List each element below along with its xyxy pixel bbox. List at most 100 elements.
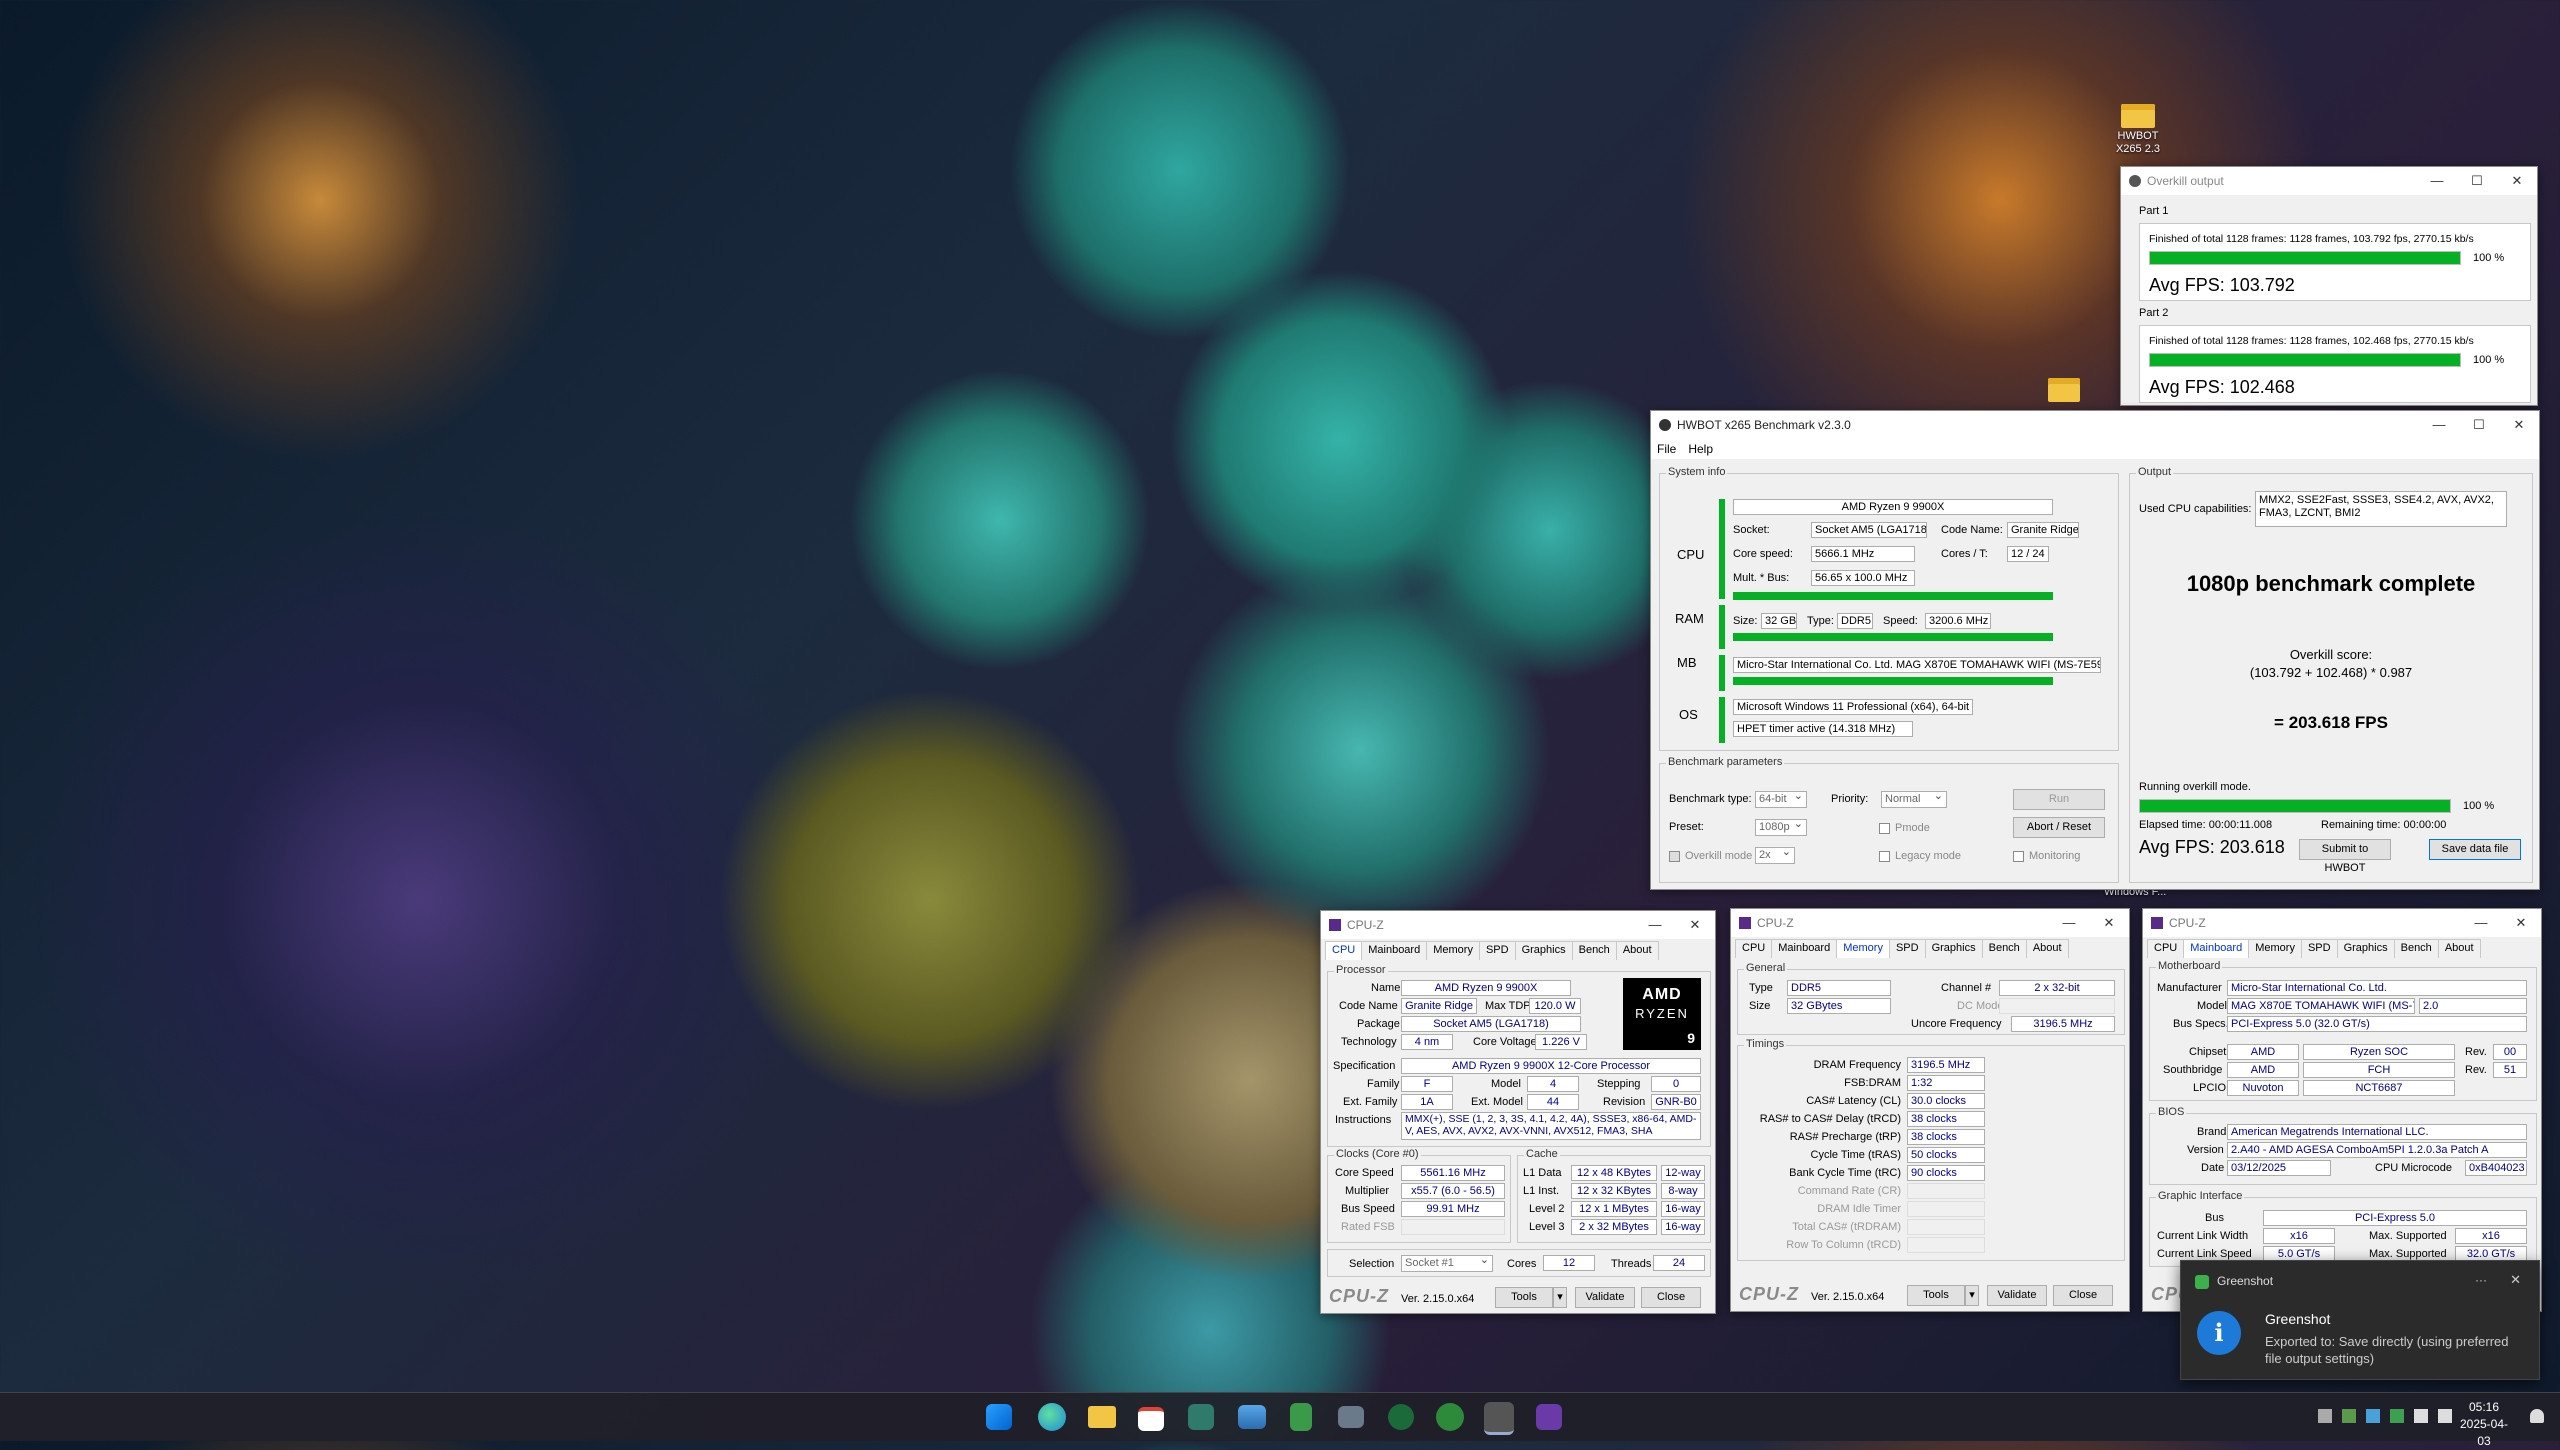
cpuz-app-icon [1329, 919, 1341, 931]
close-icon[interactable]: ✕ [2499, 411, 2539, 439]
maximize-icon[interactable]: ☐ [2457, 167, 2497, 195]
tab-graphics[interactable]: Graphics [1924, 939, 1983, 958]
close-button[interactable]: Close [2053, 1285, 2113, 1306]
tools-dropdown-icon[interactable]: ▾ [1553, 1287, 1567, 1308]
app-icon-7[interactable] [1338, 1406, 1364, 1428]
tab-spd[interactable]: SPD [2300, 939, 2338, 958]
file-explorer-icon[interactable] [1088, 1406, 1116, 1428]
monitor-icon[interactable] [1388, 1404, 1414, 1430]
tab-bench[interactable]: Bench [2393, 939, 2439, 958]
tray-icon-4[interactable] [2390, 1409, 2404, 1423]
tdp-label: Max TDP [1485, 1000, 1531, 1012]
title-bar[interactable]: Overkill output — ☐ ✕ [2121, 167, 2537, 195]
network-icon[interactable] [2414, 1409, 2428, 1423]
close-icon[interactable]: ✕ [2501, 909, 2541, 937]
close-icon[interactable]: ✕ [2497, 167, 2537, 195]
os-label: OS [1679, 707, 1698, 722]
tools-button[interactable]: Tools [1907, 1285, 1965, 1306]
legacy-mode-checkbox[interactable] [1879, 851, 1890, 862]
validate-button[interactable]: Validate [1987, 1285, 2047, 1306]
part2-percent: 100 % [2473, 354, 2505, 366]
toast-more-icon[interactable]: ··· [2475, 1273, 2487, 1287]
tab-graphics[interactable]: Graphics [1514, 941, 1573, 960]
folder-icon[interactable] [2048, 378, 2080, 402]
volume-icon[interactable] [2438, 1409, 2452, 1423]
validate-button[interactable]: Validate [1575, 1287, 1635, 1308]
window-title: HWBOT x265 Benchmark v2.3.0 [1677, 418, 1851, 432]
selection-select[interactable]: Socket #1 [1401, 1253, 1493, 1272]
submit-hwbot-button[interactable]: Submit to HWBOT [2299, 839, 2391, 874]
tab-cpu[interactable]: CPU [2147, 939, 2185, 958]
tab-mainboard[interactable]: Mainboard [1771, 939, 1838, 958]
ram-label: RAM [1675, 611, 1704, 626]
app-icon-4[interactable] [1188, 1404, 1214, 1430]
greenshot-notification[interactable]: Greenshot ··· ✕ i Greenshot Exported to:… [2180, 1260, 2540, 1380]
edge-icon[interactable] [1038, 1403, 1066, 1431]
minimize-icon[interactable]: — [2049, 909, 2089, 937]
photos-icon[interactable] [1238, 1405, 1266, 1429]
close-button[interactable]: Close [1641, 1287, 1701, 1308]
tab-about[interactable]: About [1615, 941, 1659, 960]
notepad-icon[interactable] [1290, 1403, 1312, 1431]
save-data-file-button[interactable]: Save data file [2429, 839, 2521, 860]
overkill-mode-checkbox[interactable] [1669, 851, 1680, 862]
tab-mainboard[interactable]: Mainboard [1361, 941, 1428, 960]
title-bar[interactable]: HWBOT x265 Benchmark v2.3.0 — ☐ ✕ [1651, 411, 2539, 439]
title-bar[interactable]: CPU-Z — ✕ [1321, 911, 1715, 939]
overkill-mult-select[interactable]: 2x [1755, 845, 1795, 864]
tray-icon-3[interactable] [2366, 1409, 2380, 1423]
title-bar[interactable]: CPU-Z — ✕ [1731, 909, 2129, 937]
tab-bench[interactable]: Bench [1571, 941, 1617, 960]
bell-icon[interactable] [2530, 1409, 2544, 1423]
run-button[interactable]: Run [2013, 789, 2105, 810]
gmail-icon[interactable] [1138, 1407, 1164, 1431]
tab-bench[interactable]: Bench [1981, 939, 2027, 958]
tray-icon-2[interactable] [2342, 1409, 2356, 1423]
bios-title: BIOS [2156, 1106, 2187, 1118]
tab-about[interactable]: About [2437, 939, 2481, 958]
minimize-icon[interactable]: — [1635, 911, 1675, 939]
abort-reset-button[interactable]: Abort / Reset [2013, 817, 2105, 838]
tab-spd[interactable]: SPD [1888, 939, 1926, 958]
tray-icon-1[interactable] [2318, 1409, 2332, 1423]
system-info-title: System info [1666, 466, 1728, 478]
minimize-icon[interactable]: — [2461, 909, 2501, 937]
start-icon[interactable] [986, 1404, 1012, 1430]
tools-dropdown-icon[interactable]: ▾ [1965, 1285, 1979, 1306]
tab-mainboard[interactable]: Mainboard [2183, 939, 2250, 958]
spec-field: AMD Ryzen 9 9900X 12-Core Processor [1401, 1058, 1701, 1074]
minimize-icon[interactable]: — [2417, 167, 2457, 195]
preset-select[interactable]: 1080p [1755, 817, 1807, 836]
tab-graphics[interactable]: Graphics [2336, 939, 2395, 958]
tab-memory[interactable]: Memory [2248, 939, 2302, 958]
ram-indicator [1719, 605, 1725, 649]
tab-cpu[interactable]: CPU [1735, 939, 1773, 958]
benchtype-select[interactable]: 64-bit [1755, 789, 1807, 808]
tab-about[interactable]: About [2025, 939, 2069, 958]
tab-cpu[interactable]: CPU [1325, 941, 1363, 960]
close-icon[interactable]: ✕ [2089, 909, 2129, 937]
tab-memory[interactable]: Memory [1426, 941, 1480, 960]
version-text: Ver. 2.15.0.x64 [1401, 1293, 1475, 1305]
greenshot-icon[interactable] [1484, 1402, 1514, 1435]
close-icon[interactable]: ✕ [1675, 911, 1715, 939]
menu-file[interactable]: File [1657, 442, 1676, 456]
priority-select[interactable]: Normal [1881, 789, 1947, 808]
monitoring-checkbox[interactable] [2013, 851, 2024, 862]
tab-memory[interactable]: Memory [1836, 939, 1890, 958]
tools-button[interactable]: Tools [1495, 1287, 1553, 1308]
minimize-icon[interactable]: — [2419, 411, 2459, 439]
cpuz-icon[interactable] [1536, 1404, 1562, 1430]
toast-close-icon[interactable]: ✕ [2510, 1272, 2521, 1288]
tab-spd[interactable]: SPD [1478, 941, 1516, 960]
elapsed-time: Elapsed time: 00:00:11.008 [2139, 819, 2273, 831]
app-icon-9[interactable] [1436, 1403, 1464, 1431]
tray-icons [2318, 1409, 2452, 1423]
pmode-checkbox[interactable] [1879, 823, 1890, 834]
desktop-folder-hwbot[interactable]: HWBOT X265 2.3 [2098, 100, 2178, 170]
clock[interactable]: 05:16 2025-04-03 [2454, 1399, 2514, 1450]
title-bar[interactable]: CPU-Z — ✕ [2143, 909, 2541, 937]
benchmark-complete-text: 1080p benchmark complete [2186, 571, 2476, 596]
menu-help[interactable]: Help [1688, 442, 1713, 456]
maximize-icon[interactable]: ☐ [2459, 411, 2499, 439]
